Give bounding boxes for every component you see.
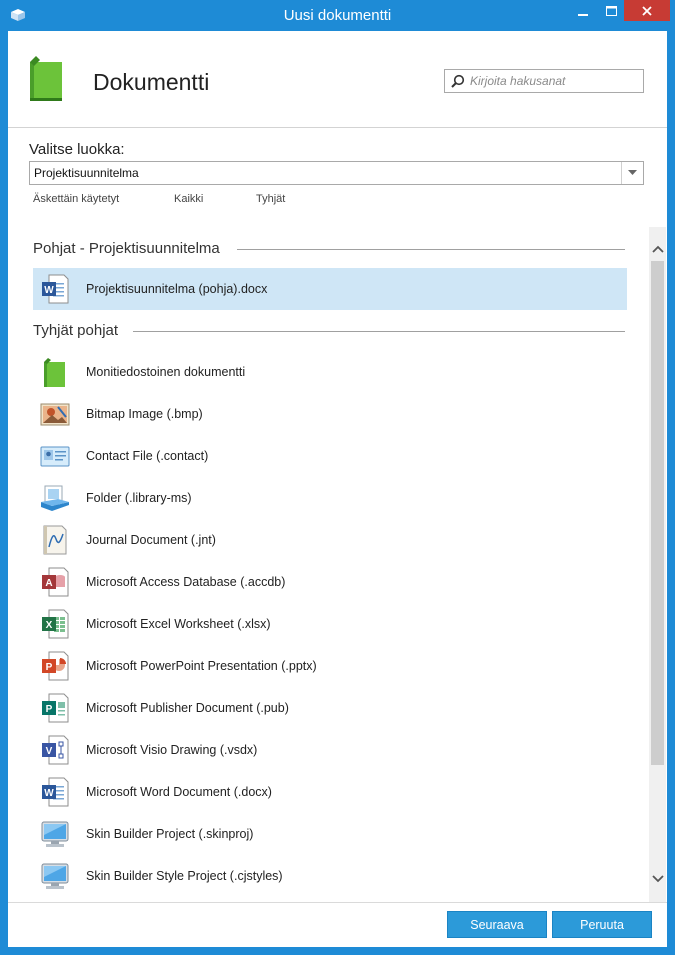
list-item-library-folder[interactable]: Folder (.library-ms) xyxy=(33,477,627,519)
list-item-projektisuunnitelma[interactable]: W Projektisuunnitelma (pohja).docx xyxy=(33,268,627,310)
chevron-down-icon[interactable] xyxy=(621,162,643,184)
title-bar[interactable]: Uusi dokumentti xyxy=(0,0,675,31)
list-item-bitmap[interactable]: Bitmap Image (.bmp) xyxy=(33,393,627,435)
minimize-button[interactable] xyxy=(569,0,597,22)
close-icon xyxy=(642,5,652,16)
list-scrollbar[interactable] xyxy=(649,227,666,902)
contact-icon xyxy=(40,441,70,471)
list-item-multifile-document[interactable]: Monitiedostoinen dokumentti xyxy=(33,351,627,393)
svg-text:A: A xyxy=(45,578,52,589)
group-divider xyxy=(237,249,625,250)
dialog-header-title: Dokumentti xyxy=(93,69,210,95)
list-item-label: Projektisuunnitelma (pohja).docx xyxy=(86,282,268,296)
scroll-up-button[interactable] xyxy=(649,241,666,257)
category-label: Valitse luokka: xyxy=(29,141,125,158)
filter-empty[interactable]: Tyhjät xyxy=(256,193,285,205)
monitor-icon xyxy=(40,861,70,891)
dialog-window: Uusi dokumentti Dokumentti Kirjoita haku… xyxy=(0,0,675,955)
green-book-icon xyxy=(40,357,70,387)
list-item-label: Folder (.library-ms) xyxy=(86,491,192,505)
list-item-label: Contact File (.contact) xyxy=(86,449,209,463)
list-item-access[interactable]: A Microsoft Access Database (.accdb) xyxy=(33,561,627,603)
scroll-thumb[interactable] xyxy=(651,261,664,765)
list-item-label: Monitiedostoinen dokumentti xyxy=(86,365,246,379)
list-item-visio[interactable]: V Microsoft Visio Drawing (.vsdx) xyxy=(33,729,627,771)
footer-divider xyxy=(8,902,667,903)
search-icon xyxy=(451,74,465,88)
svg-text:P: P xyxy=(46,704,53,715)
list-item-word[interactable]: W Microsoft Word Document (.docx) xyxy=(33,771,627,813)
list-item-label: Microsoft Visio Drawing (.vsdx) xyxy=(86,743,258,757)
list-item-label: Bitmap Image (.bmp) xyxy=(86,407,203,421)
category-selected-value: Projektisuunnitelma xyxy=(34,166,139,180)
svg-text:P: P xyxy=(46,662,53,673)
list-item-label: Skin Builder Project (.skinproj) xyxy=(86,827,254,841)
close-button[interactable] xyxy=(624,0,670,21)
list-item-label: Microsoft Access Database (.accdb) xyxy=(86,575,286,589)
list-item-label: Microsoft Publisher Document (.pub) xyxy=(86,701,289,715)
category-select[interactable]: Projektisuunnitelma xyxy=(29,161,644,185)
list-item-contact[interactable]: Contact File (.contact) xyxy=(33,435,627,477)
list-item-journal[interactable]: Journal Document (.jnt) xyxy=(33,519,627,561)
excel-icon: X xyxy=(40,609,70,639)
list-item-label: Journal Document (.jnt) xyxy=(86,533,216,547)
list-item-publisher[interactable]: P Microsoft Publisher Document (.pub) xyxy=(33,687,627,729)
list-item-label: Microsoft PowerPoint Presentation (.pptx… xyxy=(86,659,317,673)
library-icon xyxy=(40,483,70,513)
next-button[interactable]: Seuraava xyxy=(447,911,547,938)
svg-text:X: X xyxy=(46,620,53,631)
filter-recent[interactable]: Äskettäin käytetyt xyxy=(33,193,119,205)
list-item-label: Microsoft Word Document (.docx) xyxy=(86,785,272,799)
list-item-label: Skin Builder Style Project (.cjstyles) xyxy=(86,869,283,883)
document-book-icon xyxy=(28,56,64,102)
chevron-up-icon xyxy=(651,245,664,253)
maximize-icon xyxy=(605,6,617,16)
group-title-templates: Pohjat - Projektisuunnitelma xyxy=(33,240,220,257)
search-placeholder: Kirjoita hakusanat xyxy=(470,74,566,88)
bitmap-icon xyxy=(40,399,70,429)
header-divider xyxy=(8,127,667,128)
dialog-client-area: Dokumentti Kirjoita hakusanat Valitse lu… xyxy=(8,31,667,947)
journal-icon xyxy=(40,525,70,555)
filter-all[interactable]: Kaikki xyxy=(174,193,203,205)
template-list: Pohjat - Projektisuunnitelma W Projektis… xyxy=(8,227,667,902)
group-divider xyxy=(133,331,625,332)
access-icon: A xyxy=(40,567,70,597)
monitor-icon xyxy=(40,819,70,849)
svg-text:W: W xyxy=(44,285,54,296)
word-icon: W xyxy=(40,777,70,807)
list-item-skin-builder-project[interactable]: Skin Builder Project (.skinproj) xyxy=(33,813,627,855)
powerpoint-icon: P xyxy=(40,651,70,681)
list-item-powerpoint[interactable]: P Microsoft PowerPoint Presentation (.pp… xyxy=(33,645,627,687)
word-icon: W xyxy=(40,274,70,304)
maximize-button[interactable] xyxy=(597,0,625,22)
scroll-down-button[interactable] xyxy=(649,871,666,887)
dialog-header: Dokumentti Kirjoita hakusanat xyxy=(8,31,667,128)
list-item-label: Microsoft Excel Worksheet (.xlsx) xyxy=(86,617,271,631)
publisher-icon: P xyxy=(40,693,70,723)
cancel-button[interactable]: Peruuta xyxy=(552,911,652,938)
list-item-excel[interactable]: X Microsoft Excel Worksheet (.xlsx) xyxy=(33,603,627,645)
visio-icon: V xyxy=(40,735,70,765)
group-title-blank: Tyhjät pohjat xyxy=(33,322,119,339)
minimize-icon xyxy=(578,14,588,16)
svg-text:V: V xyxy=(46,746,53,757)
svg-text:W: W xyxy=(44,788,54,799)
list-item-skin-builder-style-project[interactable]: Skin Builder Style Project (.cjstyles) xyxy=(33,855,627,897)
chevron-down-icon xyxy=(651,875,664,883)
search-input[interactable]: Kirjoita hakusanat xyxy=(444,69,644,93)
